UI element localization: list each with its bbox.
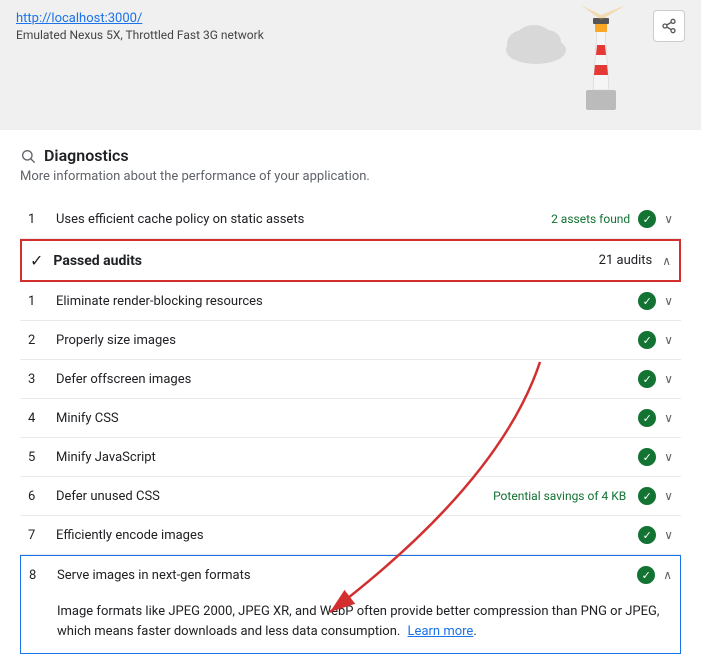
audit-num: 5 <box>28 450 56 465</box>
audit-label: Minify JavaScript <box>56 450 638 465</box>
section-title: Diagnostics <box>44 146 129 165</box>
audit-row-8[interactable]: 8 Serve images in next-gen formats ✓ ∧ <box>20 555 681 594</box>
chevron-up-icon: ∧ <box>663 568 672 582</box>
audit-num: 1 <box>28 294 56 309</box>
share-icon <box>661 18 677 34</box>
audit-label: Defer unused CSS <box>56 489 493 504</box>
audit-list: 1 Eliminate render-blocking resources ✓ … <box>20 282 681 654</box>
audit-num: 7 <box>28 528 56 543</box>
audit-label-cache: Uses efficient cache policy on static as… <box>56 212 551 227</box>
cloud-decoration <box>501 20 561 55</box>
audit-row-1[interactable]: 1 Eliminate render-blocking resources ✓ … <box>20 282 681 321</box>
learn-more-link[interactable]: Learn more <box>408 624 474 639</box>
audit-label: Serve images in next-gen formats <box>57 568 637 583</box>
chevron-down-icon: ∨ <box>664 333 673 347</box>
section-description: More information about the performance o… <box>20 169 681 184</box>
row8-description: Image formats like JPEG 2000, JPEG XR, a… <box>20 594 681 654</box>
audit-row-2[interactable]: 2 Properly size images ✓ ∨ <box>20 321 681 360</box>
audit-icons: ✓ ∨ <box>638 526 673 544</box>
audit-num: 8 <box>29 568 57 583</box>
audit-num: 2 <box>28 333 56 348</box>
section-header: Diagnostics <box>20 146 681 165</box>
audit-row-6[interactable]: 6 Defer unused CSS Potential savings of … <box>20 477 681 516</box>
audit-num-1: 1 <box>28 212 56 227</box>
chevron-down-icon: ∨ <box>664 411 673 425</box>
passed-check-icon: ✓ <box>30 251 43 270</box>
chevron-down-icon: ∨ <box>664 528 673 542</box>
audit-icons: ✓ ∨ <box>638 331 673 349</box>
lighthouse-logo <box>561 0 641 120</box>
header-bar: http://localhost:3000/ Emulated Nexus 5X… <box>0 0 701 130</box>
audit-count: 21 audits <box>599 253 653 268</box>
pass-check-icon: ✓ <box>638 331 656 349</box>
audit-label: Properly size images <box>56 333 638 348</box>
pass-check-icon: ✓ <box>638 210 656 228</box>
audit-icons: Potential savings of 4 KB ✓ ∨ <box>493 487 673 505</box>
chevron-down-icon: ∨ <box>664 294 673 308</box>
row8-desc-text: Image formats like JPEG 2000, JPEG XR, a… <box>57 604 659 639</box>
audit-num: 4 <box>28 411 56 426</box>
audit-row-3[interactable]: 3 Defer offscreen images ✓ ∨ <box>20 360 681 399</box>
main-content: Diagnostics More information about the p… <box>0 130 701 670</box>
audit-label: Eliminate render-blocking resources <box>56 294 638 309</box>
audit-icons: ✓ ∧ <box>637 566 672 584</box>
chevron-down-icon: ∨ <box>664 489 673 503</box>
audit-label: Defer offscreen images <box>56 372 638 387</box>
audit-label: Efficiently encode images <box>56 528 638 543</box>
audit-icons: ✓ ∨ <box>638 292 673 310</box>
chevron-down-icon: ∨ <box>664 450 673 464</box>
pass-check-icon: ✓ <box>638 448 656 466</box>
pass-check-icon: ✓ <box>638 370 656 388</box>
chevron-up-icon: ∧ <box>662 254 671 268</box>
pass-check-icon: ✓ <box>638 487 656 505</box>
audit-icons: ✓ ∨ <box>638 448 673 466</box>
chevron-down-icon: ∨ <box>664 212 673 226</box>
header-url[interactable]: http://localhost:3000/ <box>16 11 142 26</box>
pass-check-icon: ✓ <box>638 409 656 427</box>
audit-label: Minify CSS <box>56 411 638 426</box>
pass-check-icon: ✓ <box>638 292 656 310</box>
chevron-down-icon: ∨ <box>664 372 673 386</box>
pass-check-icon: ✓ <box>637 566 655 584</box>
passed-audits-header[interactable]: ✓ Passed audits 21 audits ∧ <box>20 239 681 282</box>
share-button[interactable] <box>653 10 685 42</box>
audit-row-5[interactable]: 5 Minify JavaScript ✓ ∨ <box>20 438 681 477</box>
audit-num: 3 <box>28 372 56 387</box>
audit-row-4[interactable]: 4 Minify CSS ✓ ∨ <box>20 399 681 438</box>
savings-meta: Potential savings of 4 KB <box>493 489 626 503</box>
audit-num: 6 <box>28 489 56 504</box>
audit-meta-cache: 2 assets found <box>551 212 630 226</box>
diagnostics-icon <box>20 148 36 164</box>
pass-check-icon: ✓ <box>638 526 656 544</box>
audit-icons-cache: ✓ ∨ <box>638 210 673 228</box>
audit-row-7[interactable]: 7 Efficiently encode images ✓ ∨ <box>20 516 681 555</box>
audit-row-cache[interactable]: 1 Uses efficient cache policy on static … <box>20 200 681 239</box>
audit-icons: ✓ ∨ <box>638 370 673 388</box>
passed-audits-label: Passed audits <box>53 253 598 269</box>
audit-icons: ✓ ∨ <box>638 409 673 427</box>
